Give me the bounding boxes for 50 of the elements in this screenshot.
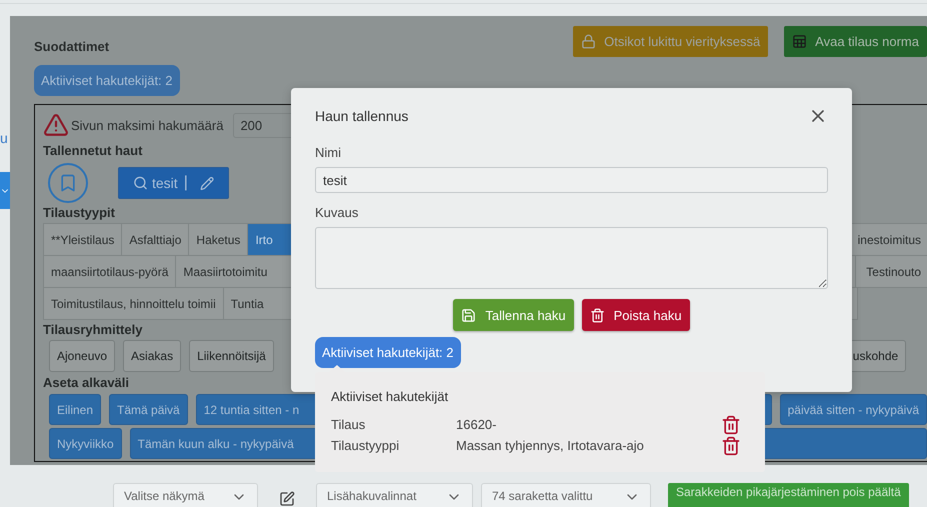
grouping-option[interactable]: Liikennöitsijä xyxy=(189,340,274,372)
grouping-option[interactable]: Asiakas xyxy=(123,340,182,372)
filter-value: 16620- xyxy=(456,417,498,432)
filter-name: Tilaustyyppi xyxy=(331,438,400,453)
save-search-button[interactable]: Tallenna haku xyxy=(453,299,574,331)
extra-options-select[interactable]: Lisähakuvalinnat xyxy=(316,483,473,507)
order-type-option[interactable]: Haketus xyxy=(188,223,248,256)
save-icon xyxy=(461,308,476,322)
active-filters-badge[interactable]: Aktiiviset hakutekijät: 2 xyxy=(315,337,461,368)
column-sort-button[interactable]: Sarakkeiden pikajärjestäminen pois päältä xyxy=(668,483,909,507)
lock-icon xyxy=(581,34,596,49)
table-icon xyxy=(792,34,808,49)
link-text[interactable]: u xyxy=(0,130,10,146)
field-label: Nimi xyxy=(315,145,342,160)
remove-filter-button[interactable] xyxy=(721,414,741,434)
edit-icon[interactable] xyxy=(279,491,295,507)
search-icon xyxy=(133,174,148,192)
warning-icon xyxy=(43,112,69,138)
grouping-option[interactable]: Ajoneuvo xyxy=(49,340,116,372)
date-range-option[interactable]: päivää sitten - nykypäivä xyxy=(780,394,927,425)
field-label: Sivun maksimi hakumäärä xyxy=(71,118,224,132)
popover-title: Aktiiviset hakutekijät xyxy=(331,389,450,404)
open-order-button[interactable]: Avaa tilaus norma xyxy=(784,26,927,57)
filter-name: Tilaus xyxy=(331,417,366,432)
section-heading: Tallennetut haut xyxy=(43,143,142,158)
section-heading: Aseta alkaväli xyxy=(43,375,130,390)
view-select[interactable]: Valitse näkymä xyxy=(113,483,258,507)
order-type-option[interactable]: Asfalttiajo xyxy=(121,223,190,256)
panel-title: Suodattimet xyxy=(34,39,110,54)
section-heading: Tilausryhmittely xyxy=(43,322,142,337)
delete-search-button[interactable]: Poista haku xyxy=(582,299,690,331)
field-label: Kuvaus xyxy=(315,205,360,220)
date-range-option[interactable]: Eilinen xyxy=(49,394,102,425)
order-type-option[interactable]: Testinouto xyxy=(855,255,927,288)
active-filters-badge[interactable]: Aktiiviset hakutekijät: 2 xyxy=(34,65,180,96)
filter-value: Massan tyhjennys, Irtotavara-ajo xyxy=(456,438,645,453)
trash-icon xyxy=(590,308,605,322)
dialog-title: Haun tallennus xyxy=(315,108,408,124)
pencil-icon xyxy=(200,174,214,192)
remove-filter-button[interactable] xyxy=(721,436,741,456)
date-range-option[interactable]: Nykyviikko xyxy=(49,428,122,459)
order-type-option[interactable]: maansiirtotilaus-pyörä xyxy=(43,255,176,288)
columns-select[interactable]: 74 saraketta valittu xyxy=(481,483,651,507)
section-heading: Tilaustyypit xyxy=(43,205,116,220)
order-type-option[interactable]: Toimitustilaus, hinnoittelu toimii xyxy=(43,287,224,320)
description-field[interactable] xyxy=(315,227,828,289)
order-type-option[interactable]: **Yleistilaus xyxy=(43,223,122,256)
name-field[interactable]: tesit xyxy=(315,167,828,193)
saved-search-button[interactable]: tesit | xyxy=(118,167,229,199)
date-range-option[interactable]: Tämä päivä xyxy=(109,394,188,425)
